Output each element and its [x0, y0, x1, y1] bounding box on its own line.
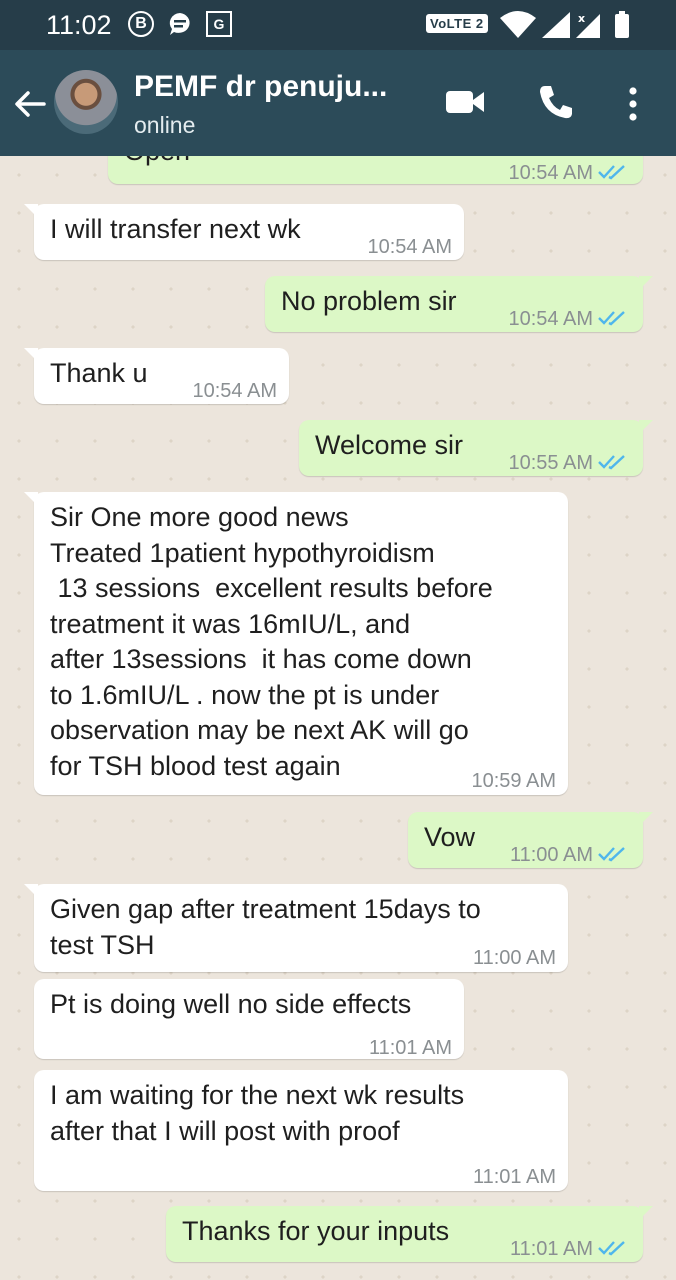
message-bubble-incoming[interactable]: Sir One more good news Treated 1patient … [24, 492, 568, 795]
more-options-icon[interactable] [626, 86, 640, 122]
message-time: 11:00 AM [472, 947, 556, 969]
message-time: 10:54 AM [367, 236, 452, 258]
translate-icon: G [206, 11, 232, 37]
message-text: Thank u [50, 358, 148, 388]
read-receipt-icon [598, 455, 625, 470]
message-text: Thanks for your inputs [182, 1216, 450, 1246]
contact-status: online [134, 112, 196, 138]
message-text: Pt is doing well no side effects [50, 989, 412, 1019]
message-text: Welcome sir [315, 430, 464, 460]
signal-icon-2: x [576, 12, 600, 38]
video-call-icon[interactable] [444, 88, 486, 116]
message-bubble-incoming[interactable]: Pt is doing well no side effects 11:01 A… [34, 979, 464, 1059]
read-receipt-icon [598, 1241, 625, 1256]
message-time: 11:01 AM [509, 1238, 593, 1260]
message-text: Open [124, 156, 190, 170]
back-arrow-icon[interactable] [12, 86, 48, 122]
battery-icon [615, 11, 629, 38]
message-time: 10:55 AM [508, 452, 593, 474]
message-bubble-incoming[interactable]: Given gap after treatment 15days to test… [24, 884, 568, 972]
read-receipt-icon [598, 165, 625, 180]
message-bubble-outgoing[interactable]: No problem sir 10:54 AM [265, 276, 653, 332]
read-receipt-icon [598, 847, 625, 862]
chat-header: PEMF dr penuju... online [0, 50, 676, 156]
message-icon [169, 13, 190, 35]
message-text: Sir One more good news Treated 1patient … [50, 502, 493, 781]
message-bubble-outgoing[interactable]: Thanks for your inputs 11:01 AM [166, 1206, 653, 1262]
message-text: No problem sir [281, 286, 457, 316]
contact-name[interactable]: PEMF dr penuju... [134, 70, 387, 104]
chat-area[interactable]: Open 10:54 AM I will transfer next wk 10… [0, 156, 676, 1280]
contact-avatar[interactable] [54, 70, 118, 134]
message-time: 11:00 AM [509, 844, 593, 866]
message-bubble-outgoing[interactable]: Open 10:54 AM [108, 156, 643, 184]
read-receipt-icon [598, 311, 625, 326]
message-time: 10:54 AM [508, 162, 593, 184]
b-notification-icon: B [128, 11, 154, 37]
message-time: 10:54 AM [508, 308, 593, 330]
message-bubble-outgoing[interactable]: Welcome sir 10:55 AM [299, 420, 653, 476]
message-text: Vow [424, 822, 476, 852]
message-bubble-incoming[interactable]: Thank u 10:54 AM [24, 348, 289, 404]
message-text: I am waiting for the next wk results aft… [50, 1080, 465, 1146]
phone-icon[interactable] [536, 82, 576, 122]
volte-badge: VoLTE 2 [426, 14, 488, 33]
message-time: 11:01 AM [472, 1166, 556, 1188]
message-bubble-incoming[interactable]: I will transfer next wk 10:54 AM [24, 204, 464, 260]
message-text: Given gap after treatment 15days to test… [50, 894, 481, 960]
message-bubble-outgoing[interactable]: Vow 11:00 AM [408, 812, 653, 868]
svg-text:x: x [578, 12, 585, 25]
message-time: 10:59 AM [471, 770, 556, 792]
message-bubble-incoming[interactable]: I am waiting for the next wk results aft… [34, 1070, 568, 1191]
status-bar: 11:02 B G VoLTE 2 x [0, 0, 676, 50]
message-time: 11:01 AM [368, 1037, 452, 1059]
signal-icon [542, 12, 570, 38]
message-time: 10:54 AM [192, 380, 277, 402]
status-time: 11:02 [46, 10, 112, 40]
wifi-icon [500, 11, 536, 38]
message-text: I will transfer next wk [50, 214, 301, 244]
